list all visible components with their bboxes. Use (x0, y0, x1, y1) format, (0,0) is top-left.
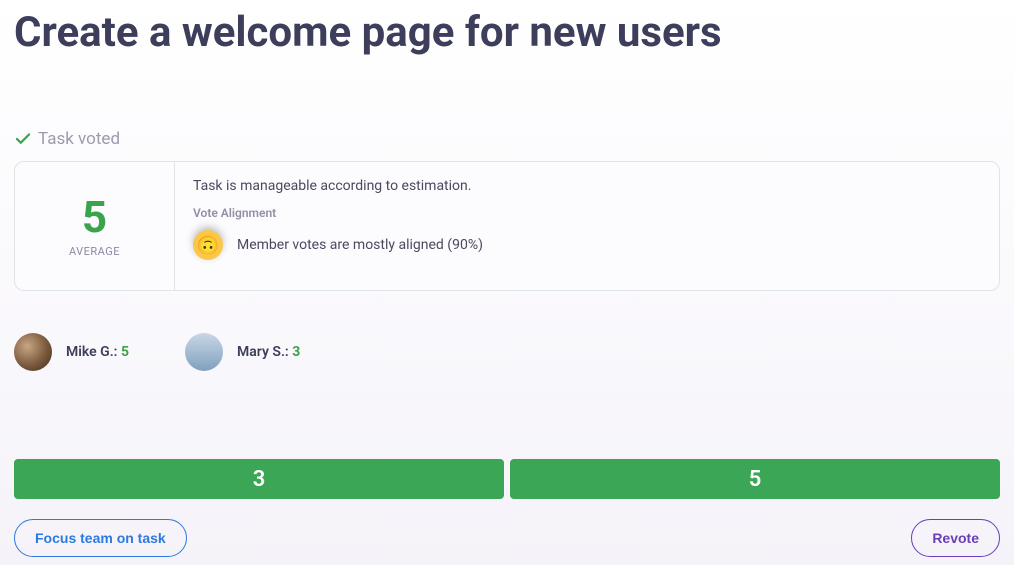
check-icon (14, 130, 32, 148)
member-vote: 5 (121, 344, 129, 360)
members-row: Mike G.: 5 Mary S.: 3 (14, 333, 1000, 371)
average-value: 5 (82, 195, 107, 239)
member-vote: 3 (292, 344, 300, 360)
vote-alignment-label: Vote Alignment (193, 206, 981, 220)
task-status-label: Task voted (38, 129, 120, 149)
emoji-icon: 🙂 (193, 230, 223, 260)
alignment-row: 🙂 Member votes are mostly aligned (90%) (193, 230, 981, 260)
member-label: Mary S.: 3 (237, 344, 300, 360)
summary-card: 5 AVERAGE Task is manageable according t… (14, 161, 1000, 291)
task-status-row: Task voted (14, 129, 1000, 149)
member-name: Mike G.: (66, 344, 118, 360)
vote-bars: 3 5 (14, 459, 1000, 499)
details-panel: Task is manageable according to estimati… (175, 162, 999, 290)
average-label: AVERAGE (69, 245, 120, 258)
member-label: Mike G.: 5 (66, 344, 129, 360)
average-panel: 5 AVERAGE (15, 162, 175, 290)
avatar (14, 333, 52, 371)
member-chip: Mary S.: 3 (185, 333, 300, 371)
page-title: Create a welcome page for new users (14, 0, 1000, 57)
vote-option-5[interactable]: 5 (510, 459, 1000, 499)
member-chip: Mike G.: 5 (14, 333, 129, 371)
vote-option-3[interactable]: 3 (14, 459, 504, 499)
estimation-text: Task is manageable according to estimati… (193, 178, 981, 194)
member-name: Mary S.: (237, 344, 289, 360)
revote-button[interactable]: Revote (911, 519, 1000, 557)
alignment-text: Member votes are mostly aligned (90%) (237, 237, 483, 253)
focus-team-button[interactable]: Focus team on task (14, 519, 187, 557)
avatar (185, 333, 223, 371)
actions-row: Focus team on task Revote (14, 519, 1000, 557)
